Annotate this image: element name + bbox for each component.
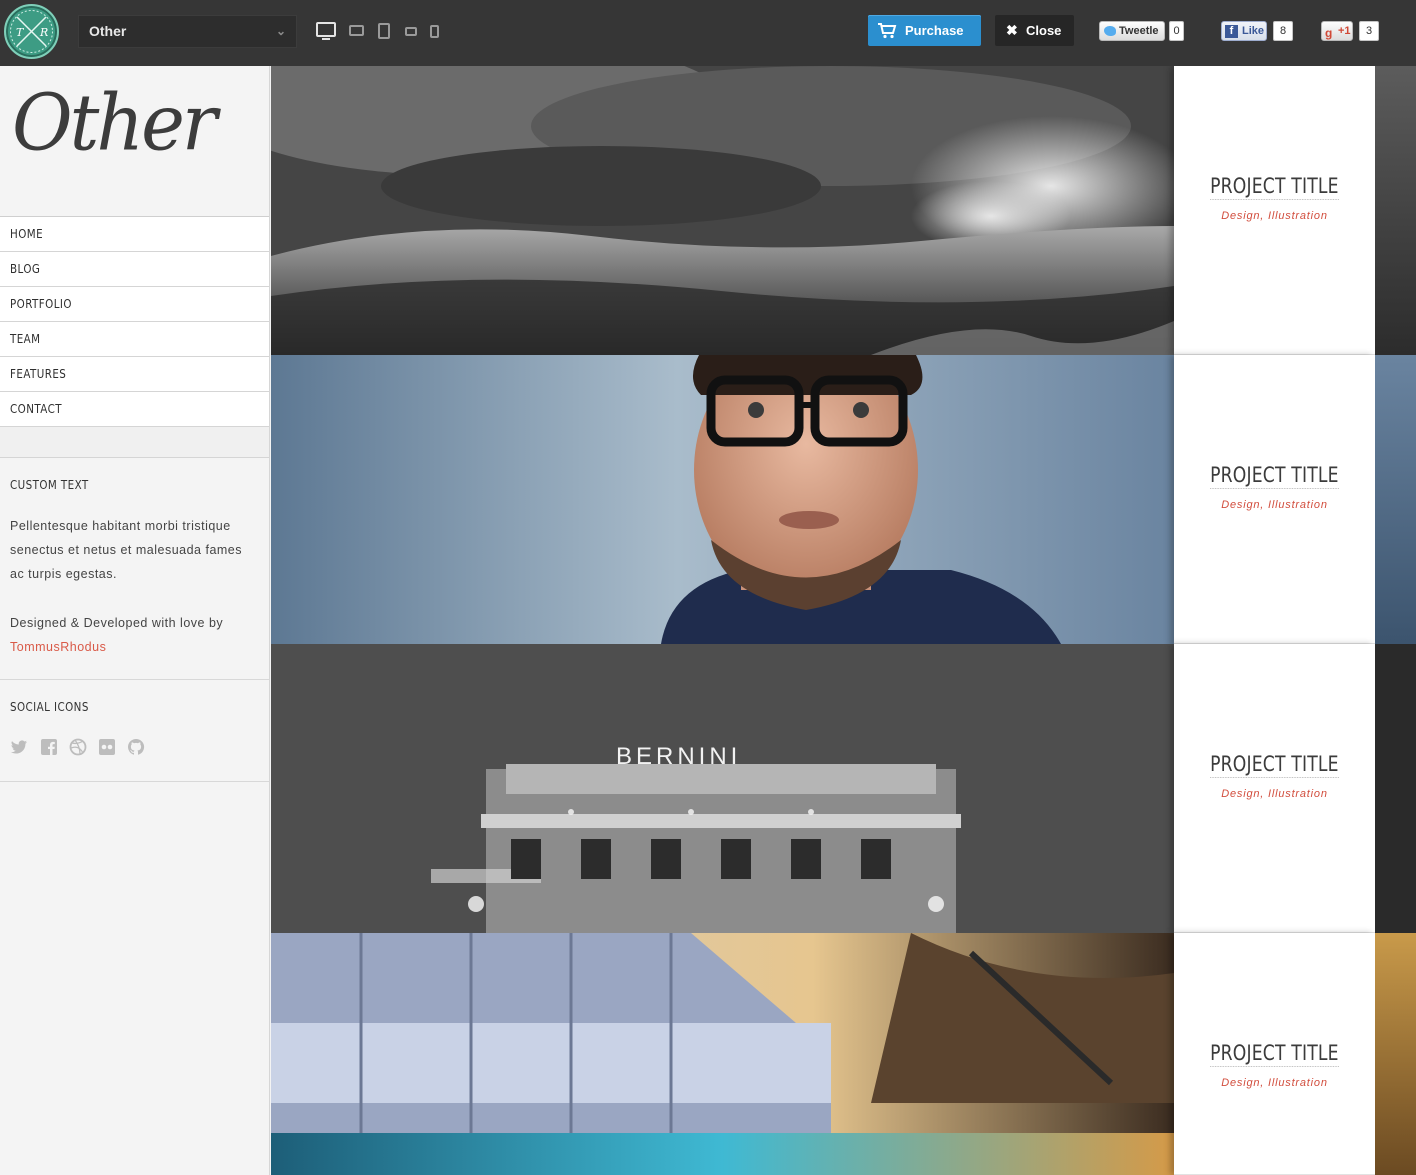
project-categories[interactable]: Design, Illustration — [1174, 1077, 1375, 1089]
site-logo[interactable]: Other — [0, 66, 269, 216]
nav-item-features[interactable]: FEATURES — [0, 357, 269, 392]
plusone-button[interactable]: g +1 — [1321, 21, 1353, 41]
bernini-building-photo[interactable]: BERNINI — [271, 644, 1174, 933]
next-image-peek — [1375, 355, 1416, 644]
portfolio-item[interactable]: PROJECT TITLE Design, Illustration — [271, 66, 1416, 355]
dribbble-icon[interactable] — [69, 738, 87, 756]
author-link[interactable]: TommusRhodus — [10, 635, 260, 659]
project-title-text: PROJECT TITLE — [1210, 1041, 1339, 1067]
close-button[interactable]: ✖ Close — [995, 15, 1074, 46]
nav-item-home[interactable]: HOME — [0, 217, 269, 252]
demo-topbar: T R Other ⌄ Purchase ✖ Close Tweetle 0 f… — [0, 0, 1416, 66]
tweet-widget[interactable]: Tweetle 0 — [1099, 21, 1185, 41]
next-image-peek — [1375, 66, 1416, 355]
main-nav: HOME BLOG PORTFOLIO TEAM FEATURES CONTAC… — [0, 216, 269, 458]
tweet-button[interactable]: Tweetle — [1099, 21, 1165, 41]
project-card[interactable]: PROJECT TITLE Design, Illustration — [1174, 66, 1375, 355]
bernini-building-illustration: BERNINI — [271, 644, 1174, 933]
close-label: Close — [1026, 23, 1062, 38]
nav-label: PORTFOLIO — [10, 297, 72, 311]
portfolio-item[interactable]: BERNINI PROJECT TITLE Design, Illustrati… — [271, 644, 1416, 933]
crossed-arrows-icon: T R — [10, 10, 53, 53]
project-title-text: PROJECT TITLE — [1210, 752, 1339, 778]
project-categories[interactable]: Design, Illustration — [1174, 499, 1375, 511]
facebook-icon[interactable] — [40, 738, 58, 756]
site-logo-text: Other — [12, 77, 217, 169]
stormy-hills-photo[interactable] — [271, 66, 1174, 355]
river-boat-night-photo[interactable] — [271, 933, 1174, 1175]
custom-text-title: CUSTOM TEXT — [10, 478, 89, 492]
custom-text-body: Pellentesque habitant morbi tristique se… — [10, 519, 243, 581]
like-button[interactable]: f Like — [1221, 21, 1267, 41]
nav-label: HOME — [10, 227, 44, 241]
purchase-label: Purchase — [905, 23, 964, 38]
facebook-like-widget[interactable]: f Like 8 — [1221, 21, 1295, 41]
tablet-landscape-icon[interactable] — [405, 27, 417, 36]
river-boat-illustration — [271, 933, 1174, 1175]
close-icon: ✖ — [1006, 22, 1018, 38]
man-glasses-portrait[interactable] — [271, 355, 1174, 644]
google-plusone-widget[interactable]: g +1 3 — [1321, 21, 1381, 41]
portfolio-list: PROJECT TITLE Design, Illustration PROJE… — [271, 66, 1416, 1175]
purchase-button[interactable]: Purchase — [868, 15, 981, 46]
tweet-label: Tweetle — [1119, 25, 1159, 37]
social-icons-title: SOCIAL ICONS — [10, 700, 89, 714]
nav-item-contact[interactable]: CONTACT — [0, 392, 269, 427]
cart-icon — [878, 23, 897, 39]
project-title[interactable]: PROJECT TITLE — [1174, 463, 1375, 489]
logo-letter-r: R — [39, 26, 48, 39]
laptop-icon[interactable] — [349, 25, 364, 36]
divider — [0, 679, 269, 680]
tablet-portrait-icon[interactable] — [378, 23, 390, 39]
google-g-icon: g — [1325, 26, 1333, 40]
project-title-text: PROJECT TITLE — [1210, 174, 1339, 200]
logo-letter-t: T — [16, 26, 25, 39]
divider — [0, 781, 269, 782]
bernini-sign-text: BERNINI — [616, 743, 741, 770]
like-count: 8 — [1273, 21, 1293, 41]
github-icon[interactable] — [127, 738, 145, 756]
nav-item-blog[interactable]: BLOG — [0, 252, 269, 287]
desktop-stand — [322, 38, 330, 40]
project-title-text: PROJECT TITLE — [1210, 463, 1339, 489]
theme-select[interactable]: Other ⌄ — [78, 15, 297, 48]
like-label: Like — [1242, 25, 1265, 37]
twitter-bird-icon — [1104, 26, 1116, 36]
nav-item-portfolio[interactable]: PORTFOLIO — [0, 287, 269, 322]
project-categories[interactable]: Design, Illustration — [1174, 210, 1375, 222]
chevron-down-icon: ⌄ — [275, 24, 286, 38]
flickr-icon[interactable] — [98, 738, 116, 756]
credit-text: Designed & Developed with love by — [10, 616, 224, 630]
nav-label: BLOG — [10, 262, 41, 276]
plusone-label: +1 — [1338, 25, 1351, 37]
tr-logo-badge[interactable]: T R — [4, 4, 59, 59]
next-image-peek — [1375, 644, 1416, 933]
project-title[interactable]: PROJECT TITLE — [1174, 174, 1375, 200]
nav-label: FEATURES — [10, 367, 67, 381]
portrait-illustration — [271, 355, 1174, 644]
project-title[interactable]: PROJECT TITLE — [1174, 1041, 1375, 1067]
twitter-icon[interactable] — [10, 738, 28, 756]
project-card[interactable]: PROJECT TITLE Design, Illustration — [1174, 355, 1375, 644]
desktop-icon[interactable] — [316, 22, 336, 37]
next-image-peek — [1375, 933, 1416, 1175]
portfolio-item[interactable]: PROJECT TITLE Design, Illustration — [271, 355, 1416, 644]
plusone-count: 3 — [1359, 21, 1379, 41]
project-title[interactable]: PROJECT TITLE — [1174, 752, 1375, 778]
nav-label: TEAM — [10, 332, 41, 346]
project-categories[interactable]: Design, Illustration — [1174, 788, 1375, 800]
facebook-f-icon: f — [1225, 25, 1238, 38]
project-card[interactable]: PROJECT TITLE Design, Illustration — [1174, 644, 1375, 933]
sidebar: Other HOME BLOG PORTFOLIO TEAM FEATURES … — [0, 66, 270, 1175]
nav-item-team[interactable]: TEAM — [0, 322, 269, 357]
portfolio-item[interactable]: PROJECT TITLE Design, Illustration — [271, 933, 1416, 1175]
nav-footer-spacer — [0, 427, 269, 458]
phone-icon[interactable] — [430, 25, 439, 38]
nav-label: CONTACT — [10, 402, 62, 416]
stormy-hills-illustration — [271, 66, 1174, 355]
project-card[interactable]: PROJECT TITLE Design, Illustration — [1174, 933, 1375, 1175]
tweet-count: 0 — [1169, 21, 1184, 41]
theme-select-value: Other — [89, 23, 127, 39]
credit-line: Designed & Developed with love by Tommus… — [10, 611, 260, 659]
